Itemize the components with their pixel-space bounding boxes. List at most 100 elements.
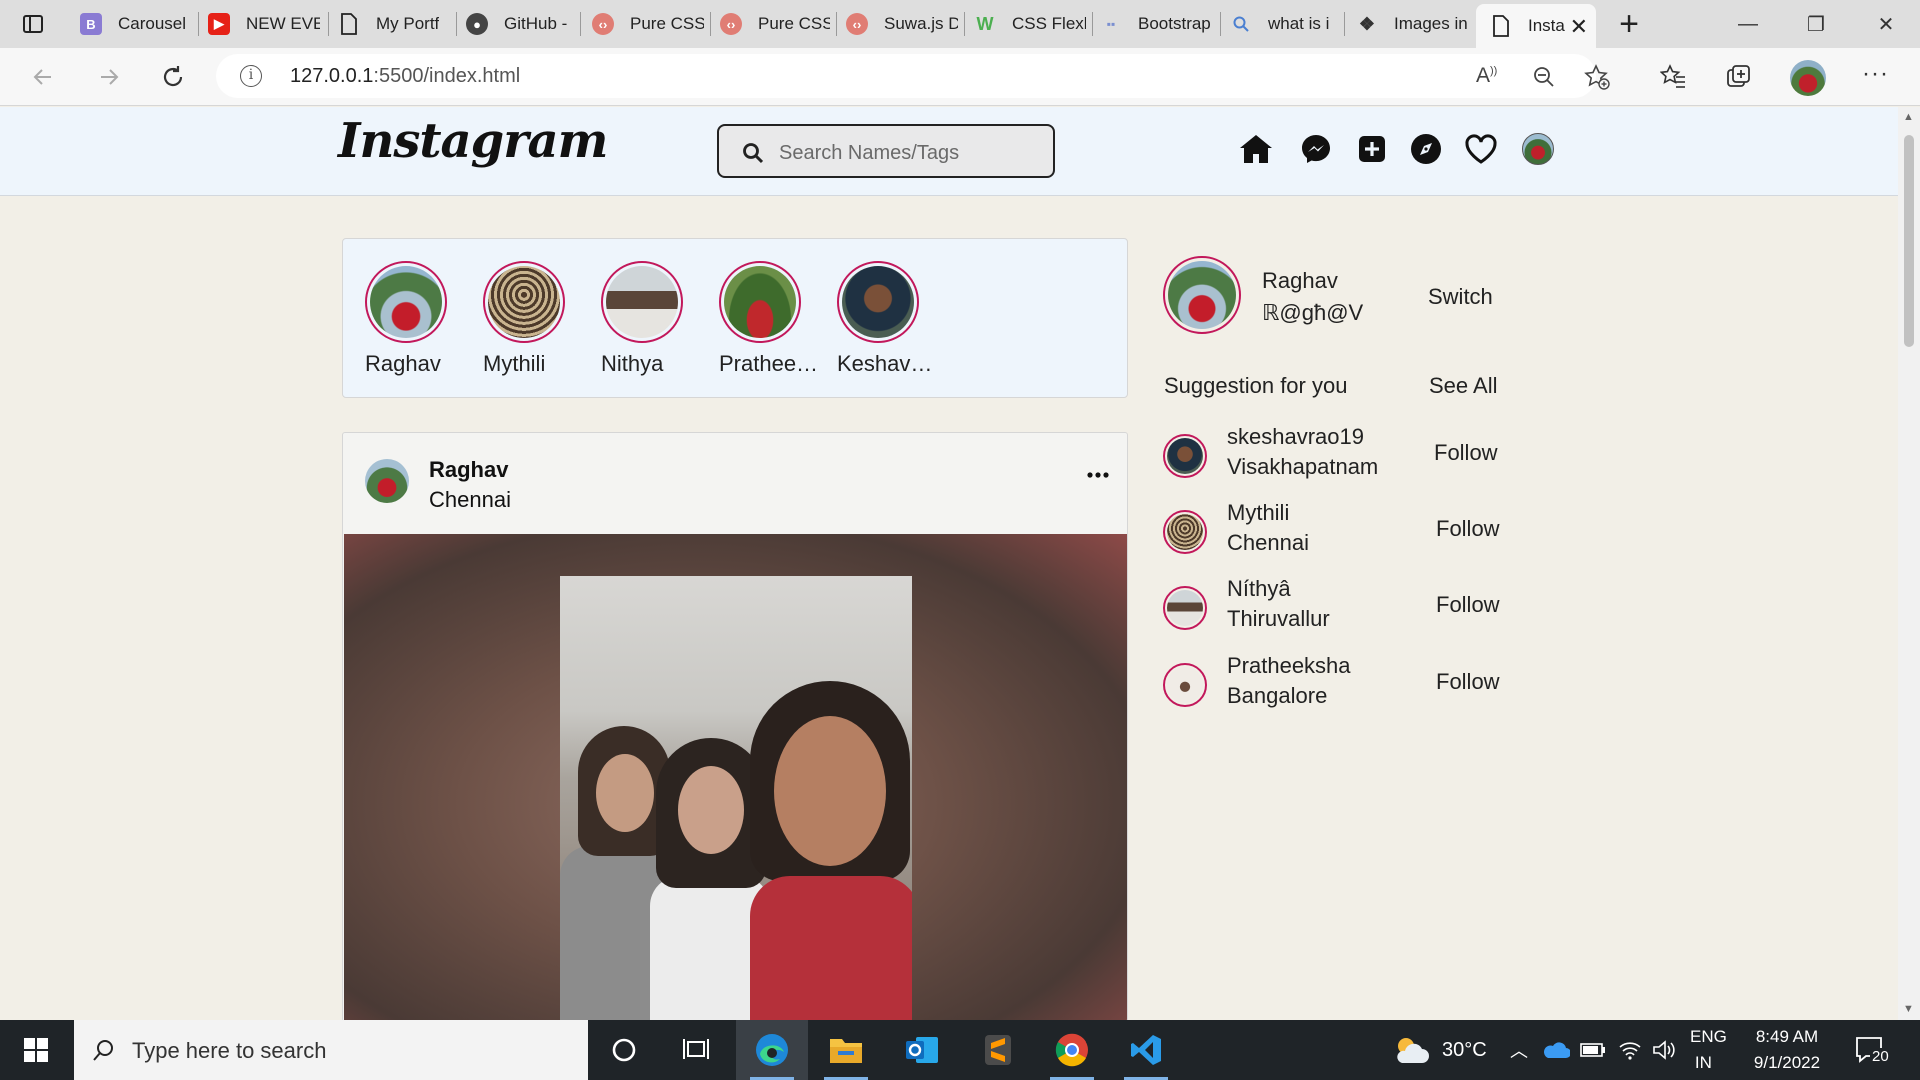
follow-button[interactable]: Follow xyxy=(1436,669,1500,695)
post-location[interactable]: Chennai xyxy=(429,487,511,513)
browser-tab[interactable]: ❖ Images in xyxy=(1356,0,1468,48)
restore-button[interactable]: ❐ xyxy=(1782,0,1850,48)
weather-widget[interactable]: 30°C xyxy=(1392,1020,1487,1080)
read-aloud-icon[interactable]: A)) xyxy=(1476,64,1497,88)
current-user-avatar[interactable] xyxy=(1163,256,1241,334)
taskbar-app-outlook[interactable] xyxy=(886,1020,958,1080)
story-item[interactable]: Nithya xyxy=(601,261,701,377)
minimize-button[interactable]: — xyxy=(1714,0,1782,48)
search-box[interactable]: Search Names/Tags xyxy=(717,124,1055,178)
browser-tab[interactable]: ▪▪ Bootstrap xyxy=(1100,0,1212,48)
url-host: 127.0.0.1 xyxy=(290,65,374,87)
scrollbar-thumb[interactable] xyxy=(1904,135,1914,347)
more-options-icon[interactable] xyxy=(1087,471,1109,479)
taskbar-search[interactable]: Type here to search xyxy=(74,1020,588,1080)
tab-actions-button[interactable] xyxy=(22,0,52,48)
browser-tab[interactable]: ‹› Pure CSS xyxy=(592,0,704,48)
story-item[interactable]: Mythili xyxy=(483,261,583,377)
browser-tab[interactable]: ‹› Pure CSS xyxy=(720,0,830,48)
cortana-button[interactable] xyxy=(588,1020,660,1080)
post-image[interactable] xyxy=(344,534,1127,1021)
site-info-icon[interactable]: i xyxy=(240,65,262,87)
new-post-button[interactable] xyxy=(1354,131,1390,167)
post-username[interactable]: Raghav xyxy=(429,457,508,483)
follow-button[interactable]: Follow xyxy=(1436,516,1500,542)
collections-icon[interactable] xyxy=(1726,64,1752,90)
notifications-button[interactable]: 20 xyxy=(1854,1020,1891,1080)
forward-button[interactable] xyxy=(92,60,126,94)
post-avatar[interactable] xyxy=(365,459,409,503)
browser-tab[interactable]: what is i xyxy=(1230,0,1336,48)
taskbar-app-vscode[interactable] xyxy=(1110,1020,1182,1080)
suggestion-username[interactable]: skeshavrao19 xyxy=(1227,424,1364,450)
browser-tab-strip: B Carousel ▶ NEW EVE My Portf ● GitHub -… xyxy=(0,0,1920,48)
home-button[interactable] xyxy=(1238,131,1274,167)
browser-tab[interactable]: ‹› Suwa.js D xyxy=(846,0,958,48)
browser-tab-active[interactable]: Insta ✕ xyxy=(1476,4,1596,48)
new-tab-button[interactable]: + xyxy=(1614,0,1644,48)
story-item[interactable]: Raghav xyxy=(365,261,465,377)
settings-more-button[interactable]: ··· xyxy=(1862,60,1889,88)
follow-button[interactable]: Follow xyxy=(1434,440,1498,466)
page-scrollbar[interactable]: ▲ ▼ xyxy=(1898,107,1920,1020)
start-button[interactable] xyxy=(0,1020,72,1080)
zoom-out-icon[interactable] xyxy=(1532,65,1556,89)
suggestion-item: Pratheeksha Bangalore Follow xyxy=(1163,651,1503,717)
suggestion-username[interactable]: Mythili xyxy=(1227,500,1289,526)
suggestion-avatar[interactable] xyxy=(1163,510,1207,554)
show-hidden-icons-button[interactable]: ︿ xyxy=(1510,1020,1528,1080)
favorites-icon[interactable] xyxy=(1660,64,1686,90)
explore-button[interactable] xyxy=(1408,131,1444,167)
search-input[interactable]: Search Names/Tags xyxy=(779,142,959,165)
clock[interactable]: 8:49 AM 9/1/2022 xyxy=(1746,1020,1828,1080)
suggestion-username[interactable]: Pratheeksha xyxy=(1227,653,1351,679)
w3schools-icon: W xyxy=(976,13,994,34)
suggestion-avatar[interactable] xyxy=(1163,586,1207,630)
close-window-button[interactable]: ✕ xyxy=(1852,0,1920,48)
taskbar-search-input[interactable]: Type here to search xyxy=(132,1038,326,1064)
browser-tab[interactable]: B Carousel xyxy=(80,0,190,48)
address-bar[interactable]: i 127.0.0.1:5500/index.html A)) xyxy=(216,54,1610,98)
taskbar-app-sublime[interactable] xyxy=(962,1020,1034,1080)
task-view-button[interactable] xyxy=(660,1020,732,1080)
taskbar-app-explorer[interactable] xyxy=(810,1020,882,1080)
taskbar-app-chrome[interactable] xyxy=(1036,1020,1108,1080)
browser-tab[interactable]: W CSS Flexb xyxy=(974,0,1087,48)
wifi-icon xyxy=(1619,1042,1641,1060)
see-all-link[interactable]: See All xyxy=(1429,373,1498,399)
switch-account-button[interactable]: Switch xyxy=(1428,284,1493,310)
profile-avatar[interactable] xyxy=(1790,60,1826,96)
suggestion-username[interactable]: Níthyâ xyxy=(1227,576,1291,602)
scroll-down-icon[interactable]: ▼ xyxy=(1903,1003,1914,1015)
language-indicator[interactable]: ENG IN xyxy=(1690,1020,1727,1080)
story-item[interactable]: Prathee… xyxy=(719,261,819,377)
page-icon xyxy=(1490,15,1512,37)
browser-tab[interactable]: My Portf xyxy=(338,0,450,48)
profile-button[interactable] xyxy=(1520,131,1556,167)
back-button[interactable] xyxy=(26,60,60,94)
onedrive-button[interactable] xyxy=(1542,1020,1570,1080)
suggestion-avatar[interactable] xyxy=(1163,663,1207,707)
taskbar-app-edge[interactable] xyxy=(736,1020,808,1080)
volume-button[interactable] xyxy=(1652,1020,1676,1080)
story-item[interactable]: Keshav … xyxy=(837,261,937,377)
suggestion-location: Bangalore xyxy=(1227,683,1328,708)
browser-tab[interactable]: ● GitHub - xyxy=(466,0,574,48)
add-favorite-icon[interactable] xyxy=(1584,64,1610,90)
activity-button[interactable] xyxy=(1463,131,1499,167)
refresh-button[interactable] xyxy=(156,60,190,94)
plus-icon: + xyxy=(1619,4,1639,43)
network-button[interactable] xyxy=(1618,1020,1642,1080)
scroll-up-icon[interactable]: ▲ xyxy=(1903,111,1914,123)
battery-button[interactable] xyxy=(1580,1020,1606,1080)
follow-button[interactable]: Follow xyxy=(1436,592,1500,618)
close-tab-icon[interactable]: ✕ xyxy=(1570,14,1588,40)
story-ring xyxy=(483,261,565,343)
messenger-button[interactable] xyxy=(1298,131,1334,167)
current-user-name: Raghav xyxy=(1262,268,1338,293)
suggestion-avatar[interactable] xyxy=(1163,434,1207,478)
instagram-logo[interactable]: Instagram xyxy=(338,113,608,169)
tab-separator xyxy=(456,12,457,36)
suggestions-heading: Suggestion for you xyxy=(1164,373,1348,398)
browser-tab[interactable]: ▶ NEW EVE xyxy=(208,0,320,48)
